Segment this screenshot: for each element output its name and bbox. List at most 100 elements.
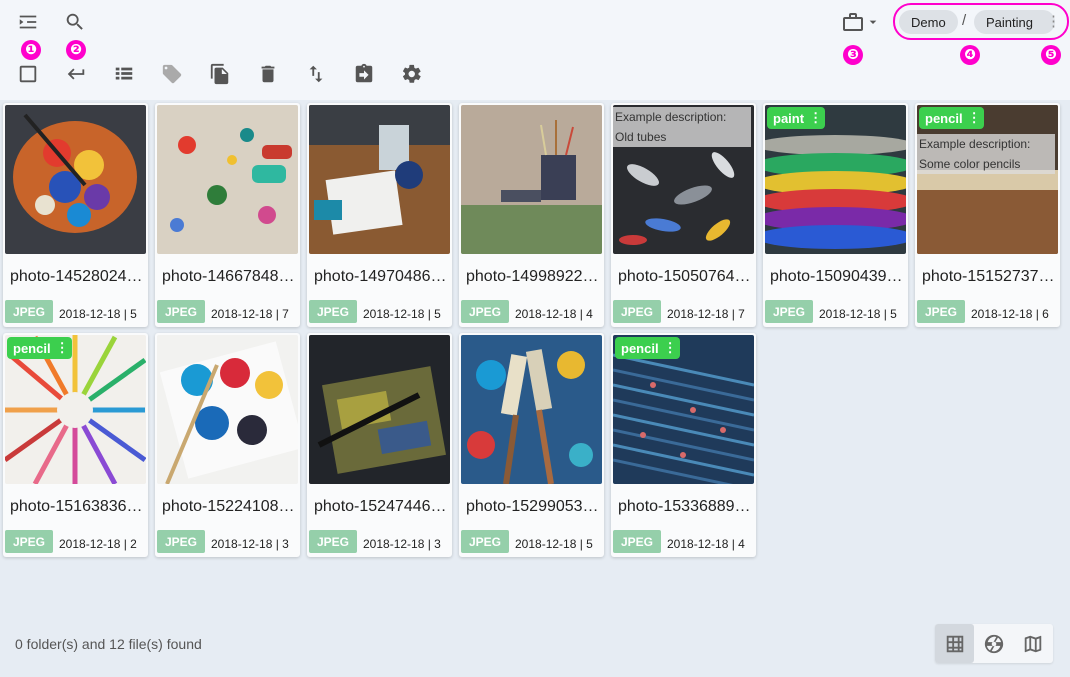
description-line: Some color pencils [919,157,1021,171]
photo-card[interactable]: photo-14970486… JPEG 2018-12-18 | 5 [307,103,452,327]
photo-card[interactable]: photo-14528024… JPEG 2018-12-18 | 5 [3,103,148,327]
file-type-badge: JPEG [765,300,813,323]
file-name[interactable]: photo-15299053… [466,498,600,516]
grid-view-button[interactable] [935,624,974,663]
photo-card[interactable]: paint ⋮ photo-15090439… JPEG 2018-12-18 |… [763,103,908,327]
file-type-badge: JPEG [309,300,357,323]
file-meta: 2018-12-18 | 3 [363,537,441,551]
photo-thumbnail[interactable] [157,105,298,254]
photo-card[interactable]: Example description: Old tubes photo-150… [611,103,756,327]
photo-tag[interactable]: paint ⋮ [767,107,826,129]
file-meta: 2018-12-18 | 4 [667,537,745,551]
select-all-checkbox[interactable] [14,60,42,88]
photo-thumbnail[interactable] [309,105,450,254]
file-type-badge: JPEG [309,530,357,553]
file-name[interactable]: photo-15247446… [314,498,448,516]
file-meta: 2018-12-18 | 6 [971,307,1049,321]
description-line: Old tubes [615,130,667,144]
breadcrumb-separator: / [962,12,967,29]
photo-description: Example description: Some color pencils [917,134,1055,174]
more-vertical-icon[interactable]: ⋮ [56,340,69,356]
photo-description: Example description: Old tubes [613,107,751,147]
tag-label: pencil [13,340,51,356]
file-name[interactable]: photo-15163836… [10,498,144,516]
tag-label: pencil [621,340,659,356]
photo-card[interactable]: pencil ⋮ photo-15163836… JPEG 2018-12-18 … [3,333,148,557]
file-meta: 2018-12-18 | 5 [515,537,593,551]
file-type-badge: JPEG [461,300,509,323]
briefcase-icon [843,13,863,31]
view-mode-toggle [935,624,1053,663]
breadcrumb-item-painting[interactable]: Painting [974,10,1055,34]
settings-icon[interactable] [398,60,426,88]
photo-tag[interactable]: pencil ⋮ [615,337,680,359]
move-icon[interactable] [350,60,378,88]
photo-card[interactable]: pencil ⋮ photo-15336889… JPEG 2018-12-18 … [611,333,756,557]
more-vertical-icon[interactable]: ⋮ [968,110,981,126]
photo-card[interactable]: photo-15247446… JPEG 2018-12-18 | 3 [307,333,452,557]
file-type-badge: JPEG [5,300,53,323]
tag-icon[interactable] [158,60,186,88]
photo-card[interactable]: photo-15224108… JPEG 2018-12-18 | 3 [155,333,300,557]
file-name[interactable]: photo-15050764… [618,268,752,286]
file-name[interactable]: photo-14667848… [162,268,296,286]
search-icon[interactable] [61,8,89,36]
more-vertical-icon[interactable]: ⋮ [809,110,822,126]
file-name[interactable]: photo-15090439… [770,268,904,286]
briefcase-menu-button[interactable] [838,8,884,36]
file-type-badge: JPEG [157,300,205,323]
file-type-badge: JPEG [613,530,661,553]
file-meta: 2018-12-18 | 5 [59,307,137,321]
file-name[interactable]: photo-14998922… [466,268,600,286]
list-view-icon[interactable] [110,60,138,88]
file-type-badge: JPEG [613,300,661,323]
chevron-down-icon [869,20,877,24]
more-vertical-icon[interactable]: ⋮ [664,340,677,356]
file-meta: 2018-12-18 | 4 [515,307,593,321]
file-type-badge: JPEG [461,530,509,553]
file-type-badge: JPEG [917,300,965,323]
sort-icon[interactable] [302,60,330,88]
file-count-status: 0 folder(s) and 12 file(s) found [15,636,202,652]
file-type-badge: JPEG [5,530,53,553]
aperture-view-icon [984,634,1003,653]
photo-thumbnail[interactable] [5,105,146,254]
file-meta: 2018-12-18 | 3 [211,537,289,551]
photo-tag[interactable]: pencil ⋮ [919,107,984,129]
tag-label: pencil [925,110,963,126]
description-line: Example description: [919,137,1031,151]
marker-5: ❺ [1041,45,1061,65]
file-name[interactable]: photo-15152737… [922,268,1056,286]
photo-card[interactable]: pencil ⋮ Example description: Some color … [915,103,1060,327]
marker-4: ❹ [960,45,980,65]
photo-thumbnail[interactable] [461,105,602,254]
return-icon[interactable] [62,60,90,88]
file-meta: 2018-12-18 | 5 [363,307,441,321]
map-view-button[interactable] [1013,624,1052,663]
copy-icon[interactable] [206,60,234,88]
file-type-badge: JPEG [157,530,205,553]
photo-thumbnail[interactable] [309,335,450,484]
marker-3: ❸ [843,45,863,65]
checkbox-icon [19,65,37,83]
top-toolbar: ❶ ❷ ❸ ❹ ❺ Demo / Painting ⋮ [0,0,1070,100]
photo-thumbnail[interactable] [157,335,298,484]
file-name[interactable]: photo-14970486… [314,268,448,286]
more-vertical-icon[interactable]: ⋮ [1046,12,1061,30]
breadcrumb-item-demo[interactable]: Demo [899,10,958,34]
file-name[interactable]: photo-14528024… [10,268,144,286]
file-name[interactable]: photo-15224108… [162,498,296,516]
file-name[interactable]: photo-15336889… [618,498,752,516]
photo-tag[interactable]: pencil ⋮ [7,337,72,359]
photo-card[interactable]: photo-14667848… JPEG 2018-12-18 | 7 [155,103,300,327]
photo-card[interactable]: photo-14998922… JPEG 2018-12-18 | 4 [459,103,604,327]
aperture-view-button[interactable] [974,624,1013,663]
delete-icon[interactable] [254,60,282,88]
photo-card[interactable]: photo-15299053… JPEG 2018-12-18 | 5 [459,333,604,557]
marker-2: ❷ [66,40,86,60]
file-meta: 2018-12-18 | 7 [211,307,289,321]
breadcrumb-item-label: Painting [986,14,1033,30]
expand-menu-icon[interactable] [14,8,42,36]
map-view-icon [1024,635,1041,652]
photo-thumbnail[interactable] [461,335,602,484]
